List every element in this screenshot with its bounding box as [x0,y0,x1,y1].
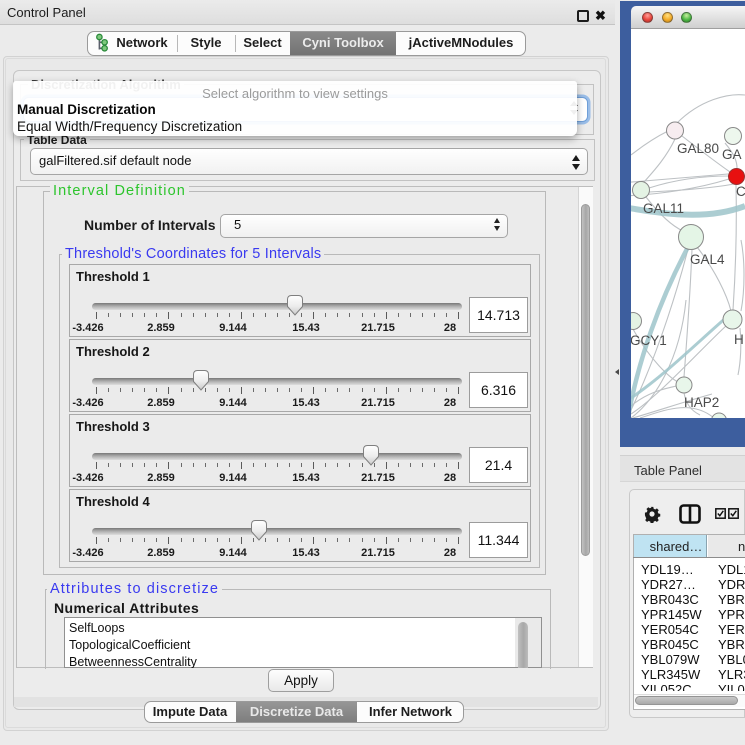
svg-text:GCY1: GCY1 [631,333,667,348]
svg-text:GAL4: GAL4 [690,252,725,267]
svg-text:GA: GA [722,147,742,162]
svg-text:GAL80: GAL80 [677,141,719,156]
svg-text:C: C [736,184,745,199]
svg-text:H: H [734,332,744,347]
svg-text:HAP2: HAP2 [684,395,719,410]
svg-text:GAL11: GAL11 [643,201,684,216]
